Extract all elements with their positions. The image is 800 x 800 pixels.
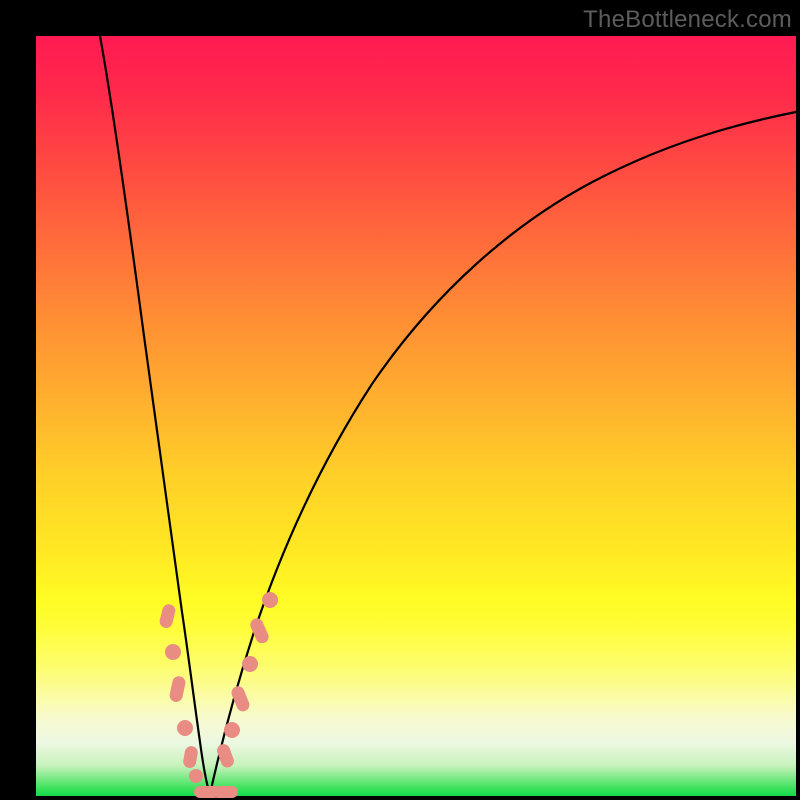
watermark-text: TheBottleneck.com — [583, 6, 792, 34]
left-curve — [100, 36, 210, 794]
plot-area — [36, 36, 796, 796]
chart-frame: TheBottleneck.com — [0, 0, 800, 800]
right-curve — [210, 112, 796, 794]
marker-group — [158, 592, 278, 798]
chart-svg — [36, 36, 796, 796]
